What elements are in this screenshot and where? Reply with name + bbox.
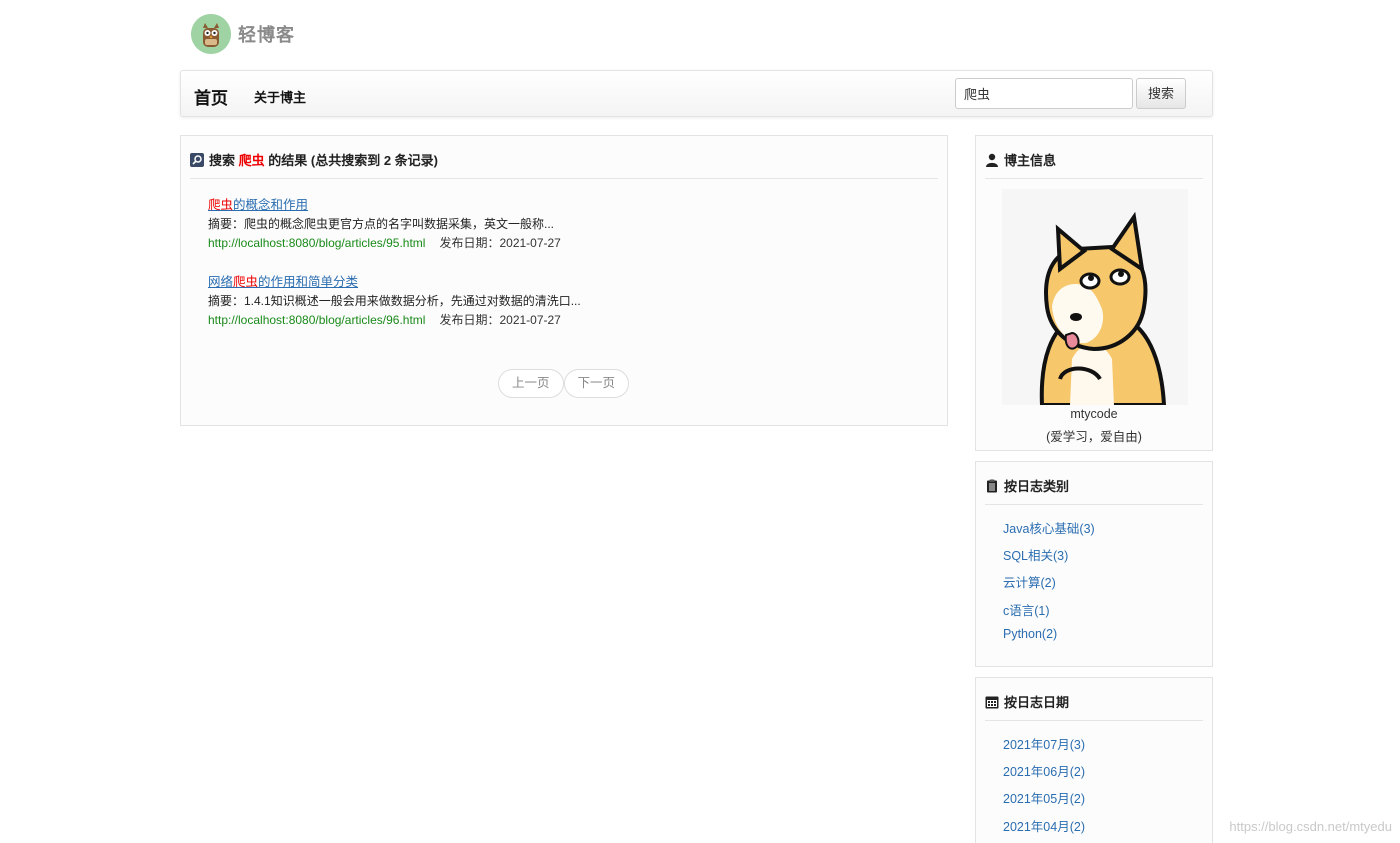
result-date: 发布日期：2021-07-27 — [439, 236, 561, 250]
result-meta: http://localhost:8080/blog/articles/96.h… — [208, 311, 581, 328]
result-title-link[interactable]: 爬虫的概念和作用 — [208, 194, 561, 212]
nav-about-link[interactable]: 关于博主 — [254, 87, 306, 106]
results-heading-suffix: 的结果 (总共搜索到 2 条记录) — [268, 153, 439, 168]
divider — [985, 178, 1203, 179]
nav-home-link[interactable]: 首页 — [194, 84, 228, 109]
results-heading-prefix: 搜索 — [209, 153, 236, 168]
top-navbar: 首页 关于博主 搜索 — [180, 70, 1213, 117]
categories-title: 按日志类别 — [1004, 479, 1070, 494]
blogger-info-title: 博主信息 — [1004, 153, 1057, 168]
category-link[interactable]: 云计算(2) — [1003, 572, 1095, 599]
result-item: 爬虫的概念和作用 摘要：爬虫的概念爬虫更官方点的名字叫数据采集，英文一般称...… — [208, 194, 561, 251]
blogger-name: mtycode — [1070, 407, 1118, 421]
logo-owl-icon — [191, 14, 231, 54]
date-link[interactable]: 2021年04月(2) — [1003, 816, 1085, 843]
result-item: 网络爬虫的作用和简单分类 摘要：1.4.1知识概述一般会用来做数据分析，先通过对… — [208, 271, 581, 328]
search-icon — [190, 152, 204, 167]
dates-panel: 按日志日期 2021年07月(3) 2021年06月(2) 2021年05月(2… — [975, 677, 1213, 843]
results-heading: 搜索 爬虫 的结果 (总共搜索到 2 条记录) — [190, 150, 438, 169]
result-date: 发布日期：2021-07-27 — [439, 313, 561, 327]
search-input[interactable] — [955, 78, 1133, 109]
user-icon — [985, 153, 999, 167]
dates-heading: 按日志日期 — [985, 692, 1069, 711]
result-url: http://localhost:8080/blog/articles/96.h… — [208, 313, 426, 327]
site-logo[interactable]: 轻博客 — [191, 14, 295, 54]
result-title-text: 的概念和作用 — [233, 198, 309, 212]
categories-heading: 按日志类别 — [985, 476, 1069, 495]
date-list: 2021年07月(3) 2021年06月(2) 2021年05月(2) 2021… — [1003, 734, 1085, 843]
result-summary: 摘要：1.4.1知识概述一般会用来做数据分析，先通过对数据的清洗口... — [208, 294, 581, 308]
blogger-motto: (爱学习，爱自由) — [1046, 430, 1142, 444]
watermark: https://blog.csdn.net/mtyedu — [1229, 819, 1392, 834]
date-link[interactable]: 2021年07月(3) — [1003, 734, 1085, 761]
result-title-link[interactable]: 网络爬虫的作用和简单分类 — [208, 271, 581, 289]
category-list: Java核心基础(3) SQL相关(3) 云计算(2) c语言(1) Pytho… — [1003, 518, 1095, 654]
result-title-text: 的作用和简单分类 — [258, 275, 359, 289]
blogger-info-heading: 博主信息 — [985, 150, 1056, 169]
divider — [985, 504, 1203, 505]
category-link[interactable]: Java核心基础(3) — [1003, 518, 1095, 545]
categories-panel: 按日志类别 Java核心基础(3) SQL相关(3) 云计算(2) c语言(1)… — [975, 461, 1213, 667]
category-link[interactable]: c语言(1) — [1003, 600, 1095, 627]
category-link[interactable]: Python(2) — [1003, 627, 1095, 654]
result-title-keyword: 爬虫 — [233, 275, 259, 289]
calendar-icon — [985, 695, 999, 709]
date-link[interactable]: 2021年06月(2) — [1003, 761, 1085, 788]
pagination: 上一页 下一页 — [498, 369, 630, 398]
divider — [985, 720, 1203, 721]
result-title-text: 网络 — [208, 275, 234, 289]
next-page-button[interactable]: 下一页 — [563, 369, 630, 398]
blogger-info-panel: 博主信息 mtycode (爱学习，爱自由) — [975, 135, 1213, 451]
divider — [190, 178, 938, 179]
date-link[interactable]: 2021年05月(2) — [1003, 788, 1085, 815]
clipboard-icon — [985, 479, 999, 493]
search-results-panel: 搜索 爬虫 的结果 (总共搜索到 2 条记录) 爬虫的概念和作用 摘要：爬虫的概… — [180, 135, 948, 426]
dates-title: 按日志日期 — [1004, 695, 1070, 710]
prev-page-button[interactable]: 上一页 — [498, 369, 564, 398]
result-title-keyword: 爬虫 — [208, 198, 234, 212]
avatar — [1002, 189, 1188, 405]
result-meta: http://localhost:8080/blog/articles/95.h… — [208, 234, 561, 251]
search-button[interactable]: 搜索 — [1136, 78, 1186, 109]
category-link[interactable]: SQL相关(3) — [1003, 545, 1095, 572]
logo-text: 轻博客 — [238, 25, 295, 45]
result-url: http://localhost:8080/blog/articles/95.h… — [208, 236, 426, 250]
results-heading-keyword: 爬虫 — [238, 153, 265, 168]
result-summary: 摘要：爬虫的概念爬虫更官方点的名字叫数据采集，英文一般称... — [208, 217, 555, 231]
